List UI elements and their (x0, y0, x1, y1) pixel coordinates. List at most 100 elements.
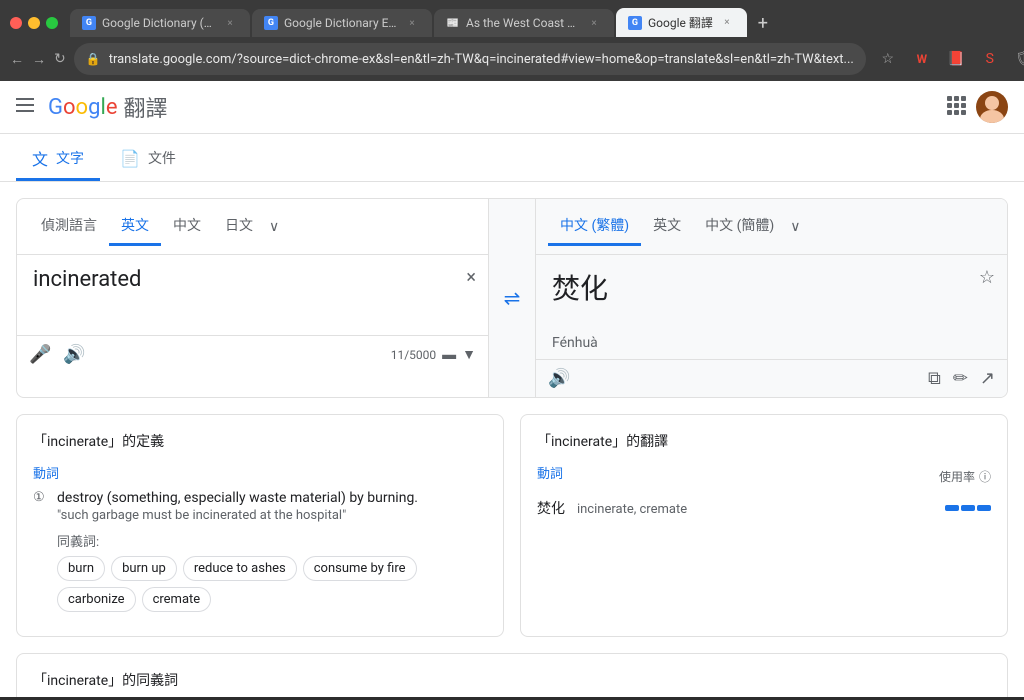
tab-favicon-4: G (628, 16, 642, 30)
text-mode-icon: 文 (32, 146, 48, 170)
swap-button[interactable]: ⇌ (488, 199, 536, 397)
more-options-icon[interactable]: ▼ (462, 346, 476, 363)
browser-tab-2[interactable]: G Google Dictionary Extension C... × (252, 9, 432, 37)
tab-close-4[interactable]: × (719, 15, 735, 31)
synonyms-label: 同義詞: (57, 531, 487, 550)
tab-favicon-2: G (264, 16, 278, 30)
new-tab-button[interactable]: + (749, 9, 777, 37)
browser-tab-3[interactable]: 📰 As the West Coast Burns, Com... × (434, 9, 614, 37)
source-footer-left: 🎤 🔊 (29, 344, 86, 365)
minimize-button[interactable] (28, 17, 40, 29)
browser-tab-4[interactable]: G Google 翻譯 × (616, 8, 747, 37)
extension-icon-4[interactable]: 🛡 (1010, 45, 1024, 73)
def-example: "such garbage must be incinerated at the… (57, 508, 487, 523)
freq-bar-3 (977, 505, 991, 511)
mic-icon[interactable]: 🎤 (29, 344, 51, 365)
char-count: 11/5000 (391, 348, 436, 362)
address-bar[interactable]: 🔒 translate.google.com/?source=dict-chro… (74, 43, 866, 75)
tab-close-3[interactable]: × (586, 15, 602, 31)
translation-pos: 動詞 (537, 463, 563, 482)
url-text: translate.google.com/?source=dict-chrome… (109, 52, 854, 67)
info-icon: ⓘ (979, 468, 991, 485)
synonyms-tags: burn burn up reduce to ashes consume by … (57, 556, 487, 612)
lang-japanese[interactable]: 日文 (213, 207, 265, 246)
tab-document[interactable]: 📄 文件 (104, 138, 192, 181)
hamburger-menu-icon[interactable] (16, 96, 34, 119)
edit-icon[interactable]: ✏ (953, 368, 968, 389)
target-footer: 🔊 ⧉ ✏ ↗ (536, 359, 1007, 397)
google-header: Google 翻譯 (0, 81, 1024, 134)
close-button[interactable] (10, 17, 22, 29)
usage-label: 使用率 (939, 468, 975, 485)
lang-english[interactable]: 英文 (109, 207, 161, 246)
tab-text[interactable]: 文 文字 (16, 138, 100, 181)
toolbar-icons: ☆ W 📕 S 🛡 ★ 🧩 ⋮ (874, 45, 1024, 73)
tab-close-2[interactable]: × (404, 15, 420, 31)
source-lang-selector: 偵測語言 英文 中文 日文 ∨ (17, 199, 488, 255)
definition-item-1: ① destroy (something, especially waste m… (33, 490, 487, 612)
page-title: 翻譯 (123, 91, 167, 123)
back-button[interactable]: ← (10, 45, 24, 73)
tab-favicon-3: 📰 (446, 16, 460, 30)
tag-consume-by-fire[interactable]: consume by fire (303, 556, 417, 581)
lang-en[interactable]: 英文 (641, 207, 693, 246)
translate-box: 偵測語言 英文 中文 日文 ∨ incinerated × 🎤 🔊 (16, 198, 1008, 398)
lang-chinese[interactable]: 中文 (161, 207, 213, 246)
target-output-area: 焚化 ☆ (536, 255, 1007, 335)
target-speaker-icon[interactable]: 🔊 (548, 368, 570, 389)
format-icon[interactable]: ▬ (442, 346, 456, 363)
tag-cremate[interactable]: cremate (142, 587, 212, 612)
share-icon[interactable]: ↗ (980, 368, 995, 389)
tab-label-2: Google Dictionary Extension C... (284, 16, 398, 30)
extension-icon-3[interactable]: S (976, 45, 1004, 73)
lang-zh-cn[interactable]: 中文 (簡體) (693, 207, 786, 246)
source-panel: 偵測語言 英文 中文 日文 ∨ incinerated × 🎤 🔊 (17, 199, 488, 397)
tag-carbonize[interactable]: carbonize (57, 587, 136, 612)
tag-reduce-to-ashes-def[interactable]: reduce to ashes (183, 556, 297, 581)
frequency-bars (945, 505, 991, 511)
tab-label-3: As the West Coast Burns, Com... (466, 16, 580, 30)
browser-tab-1[interactable]: G Google Dictionary (by Google)... × (70, 9, 250, 37)
title-bar: G Google Dictionary (by Google)... × G G… (0, 0, 1024, 37)
favorite-icon[interactable]: ☆ (979, 267, 995, 288)
trans-pair-left: 焚化 incinerate, cremate (537, 498, 695, 518)
translation-pair: 焚化 incinerate, cremate (537, 498, 991, 518)
copy-icon[interactable]: ⧉ (928, 368, 941, 389)
source-input[interactable]: incinerated (33, 267, 472, 317)
tab-doc-label: 文件 (148, 148, 176, 168)
def-content: destroy (something, especially waste mat… (57, 490, 487, 612)
browser-chrome: G Google Dictionary (by Google)... × G G… (0, 0, 1024, 81)
lang-detect[interactable]: 偵測語言 (29, 207, 109, 246)
translation-zh: 焚化 (537, 501, 565, 517)
synonyms-section: 「incinerate」的同義詞 動詞 burn burn up reduce … (16, 653, 1008, 697)
reload-button[interactable]: ↻ (54, 45, 66, 73)
translation-en: incinerate, cremate (577, 502, 687, 517)
tab-favicon-1: G (82, 16, 96, 30)
google-apps-icon[interactable] (946, 95, 966, 120)
bookmark-icon[interactable]: ☆ (874, 45, 902, 73)
tab-close-1[interactable]: × (222, 15, 238, 31)
tab-label-4: Google 翻譯 (648, 14, 713, 31)
header-right (946, 91, 1008, 123)
target-translation: 焚化 (536, 255, 1007, 335)
user-avatar[interactable] (976, 91, 1008, 123)
target-lang-more[interactable]: ∨ (786, 211, 804, 243)
tab-label-1: Google Dictionary (by Google)... (102, 16, 216, 30)
forward-button[interactable]: → (32, 45, 46, 73)
freq-bar-1 (945, 505, 959, 511)
extension-icon-2[interactable]: 📕 (942, 45, 970, 73)
freq-bar-2 (961, 505, 975, 511)
lang-zh-tw[interactable]: 中文 (繁體) (548, 207, 641, 246)
translate-area: 偵測語言 英文 中文 日文 ∨ incinerated × 🎤 🔊 (0, 182, 1024, 697)
tag-burn-up[interactable]: burn up (111, 556, 177, 581)
clear-input-button[interactable]: × (466, 267, 476, 288)
swap-icon: ⇌ (504, 286, 521, 310)
source-lang-more[interactable]: ∨ (265, 211, 283, 243)
tabs-bar: G Google Dictionary (by Google)... × G G… (70, 8, 1014, 37)
definition-section: 「incinerate」的定義 動詞 ① destroy (something,… (16, 414, 504, 637)
tag-burn[interactable]: burn (57, 556, 105, 581)
speaker-icon[interactable]: 🔊 (63, 344, 85, 365)
source-input-area: incinerated × (17, 255, 488, 335)
extension-icon-1[interactable]: W (908, 45, 936, 73)
maximize-button[interactable] (46, 17, 58, 29)
